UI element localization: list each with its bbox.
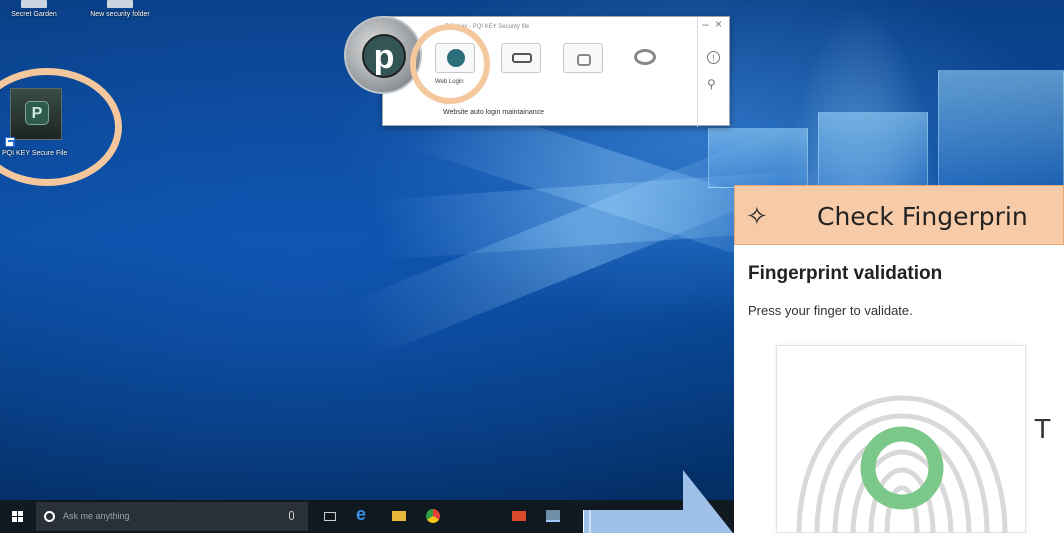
office-icon[interactable] xyxy=(512,511,526,521)
start-button[interactable] xyxy=(12,511,24,523)
cortana-icon xyxy=(44,511,55,522)
window-pane xyxy=(708,128,808,188)
edge-icon[interactable]: e xyxy=(356,504,370,524)
fingerprint-card: ✧ Check Fingerprin Fingerprint validatio… xyxy=(734,185,1064,533)
fingerprint-icon xyxy=(796,395,1008,533)
desktop-icon-secret-garden[interactable]: Secret Garden xyxy=(6,0,62,19)
sync-icon xyxy=(634,49,656,65)
folder-icon xyxy=(21,0,47,8)
pin-icon[interactable]: ⚲ xyxy=(707,77,716,91)
card-header: ✧ Check Fingerprin xyxy=(734,185,1064,245)
lock-icon xyxy=(577,54,591,66)
desktop-icon-label: Secret Garden xyxy=(11,11,57,18)
sparkle-icon: ✧ xyxy=(746,201,768,231)
fingerprint-instruction: Press your finger to validate. xyxy=(748,303,913,318)
sync-button[interactable] xyxy=(625,43,665,73)
key-button[interactable] xyxy=(501,43,541,73)
pqi-taskbar-icon[interactable] xyxy=(546,510,560,522)
minimize-button[interactable]: – xyxy=(702,17,709,31)
file-explorer-icon[interactable] xyxy=(392,511,406,521)
window-side-panel: – × ! ⚲ xyxy=(697,17,729,127)
info-icon[interactable]: ! xyxy=(707,51,720,64)
pointer-arrow xyxy=(583,470,733,533)
fingerprint-scanner-panel xyxy=(776,345,1026,533)
fingerprint-title: Fingerprint validation xyxy=(748,263,943,284)
truncated-text-mark: T xyxy=(1034,413,1052,444)
close-button[interactable]: × xyxy=(715,17,722,31)
card-header-title: Check Fingerprin xyxy=(817,202,1028,231)
search-placeholder: Ask me anything xyxy=(63,511,130,521)
desktop-icon-new-security-folder[interactable]: New security folder xyxy=(88,0,152,19)
chrome-icon[interactable] xyxy=(426,509,440,523)
folder-icon xyxy=(107,0,133,8)
window-pane xyxy=(938,70,1064,188)
highlight-ring xyxy=(410,24,490,104)
key-icon xyxy=(512,53,532,63)
window-subtitle: Website auto login maintainance xyxy=(443,109,545,116)
search-box[interactable]: Ask me anything xyxy=(36,502,308,531)
window-pane xyxy=(818,112,928,188)
task-view-icon[interactable] xyxy=(324,512,336,521)
desktop-icon-label: New security folder xyxy=(90,11,150,18)
lock-button[interactable] xyxy=(563,43,603,73)
microphone-icon[interactable] xyxy=(289,511,294,520)
